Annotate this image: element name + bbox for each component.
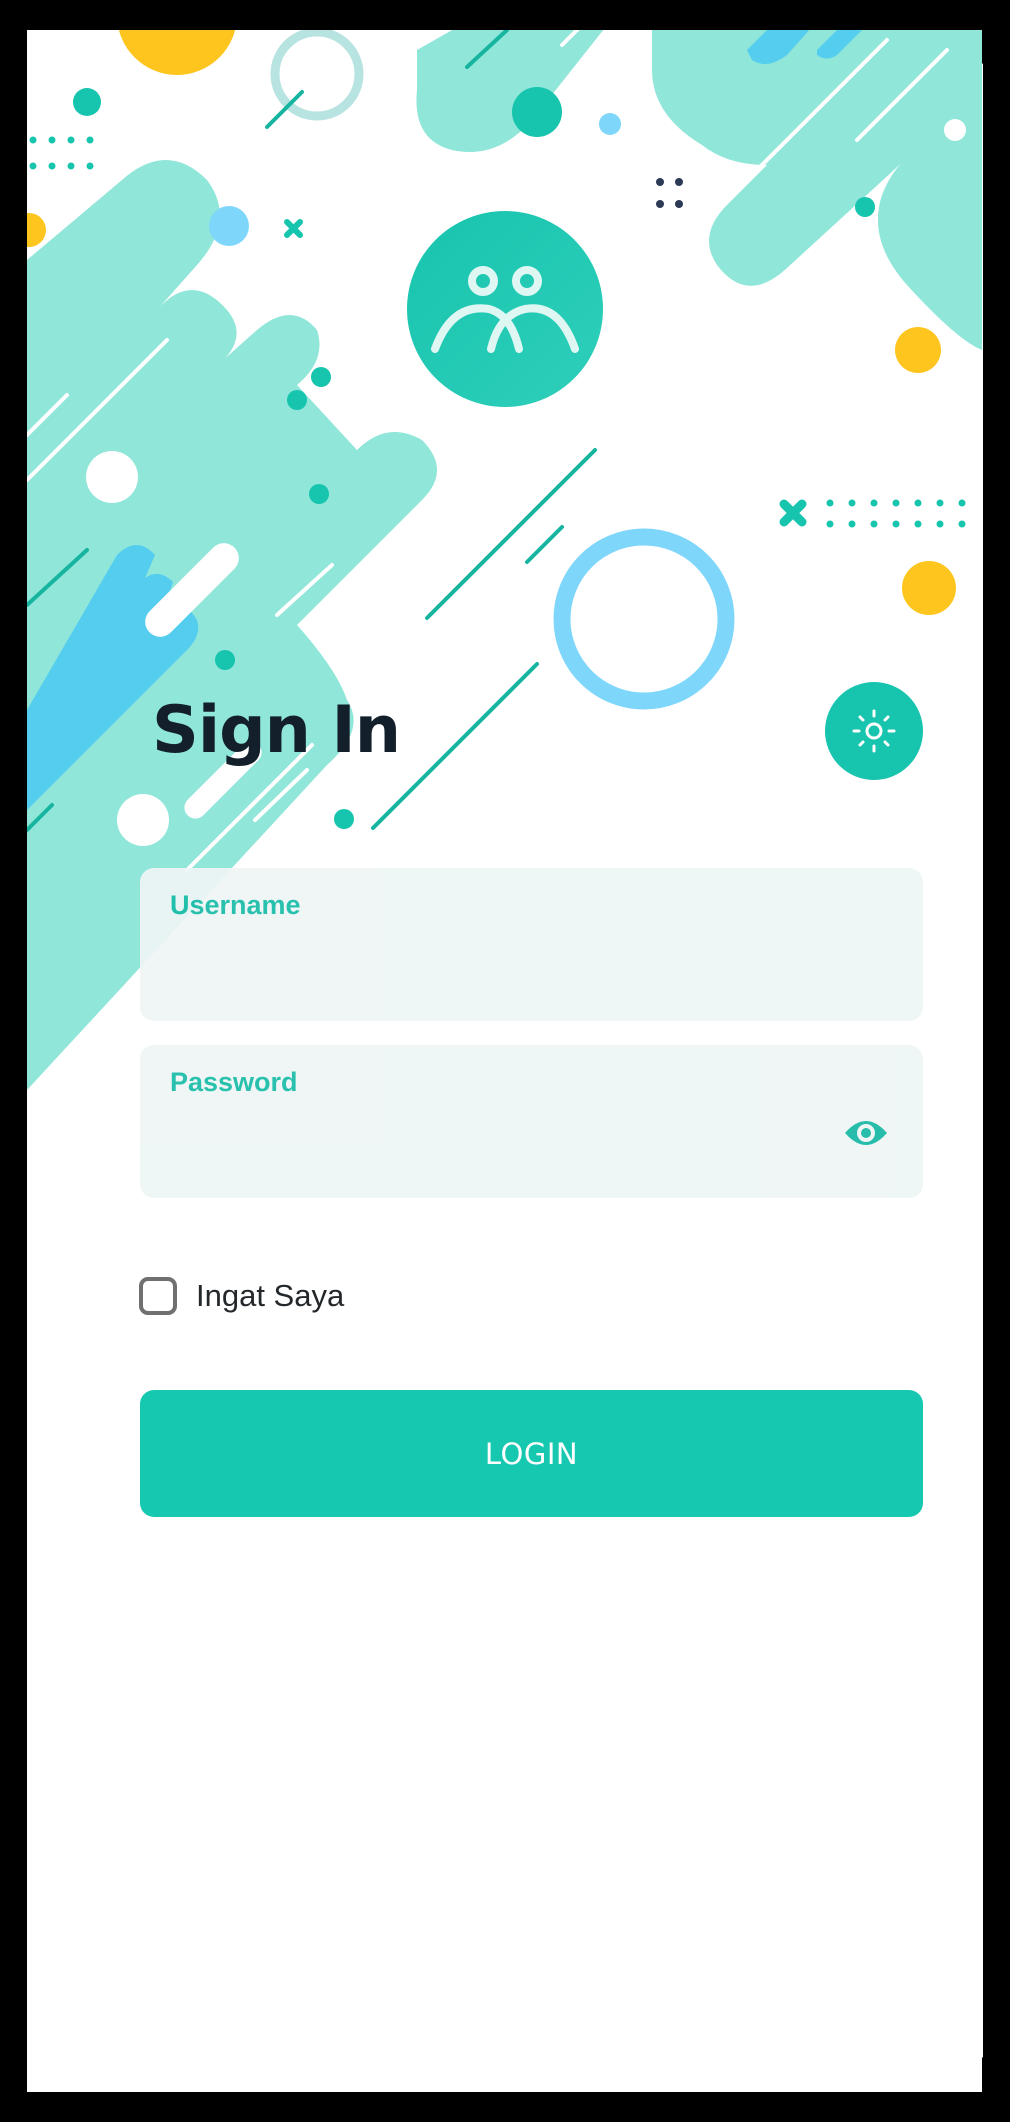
username-field[interactable]: Username <box>140 868 923 1021</box>
theme-toggle-button[interactable] <box>825 682 923 780</box>
sun-icon <box>852 709 896 753</box>
login-button[interactable]: LOGIN <box>140 1390 923 1517</box>
username-input[interactable] <box>170 942 834 992</box>
eye-icon <box>845 1121 887 1145</box>
password-field[interactable]: Password <box>140 1045 923 1198</box>
remember-me-label: Ingat Saya <box>196 1278 345 1313</box>
username-label: Username <box>170 890 301 920</box>
app-logo <box>407 211 603 407</box>
toggle-password-visibility-button[interactable] <box>843 1115 889 1151</box>
page-title: Sign In <box>152 693 401 768</box>
app-screen: Sign In Username Password Ingat Saya LOG… <box>27 30 982 2092</box>
remember-me-checkbox[interactable] <box>139 1277 177 1315</box>
people-group-icon <box>407 211 603 407</box>
password-label: Password <box>170 1067 298 1097</box>
password-input[interactable] <box>170 1119 834 1169</box>
remember-me-option[interactable]: Ingat Saya <box>139 1277 344 1315</box>
